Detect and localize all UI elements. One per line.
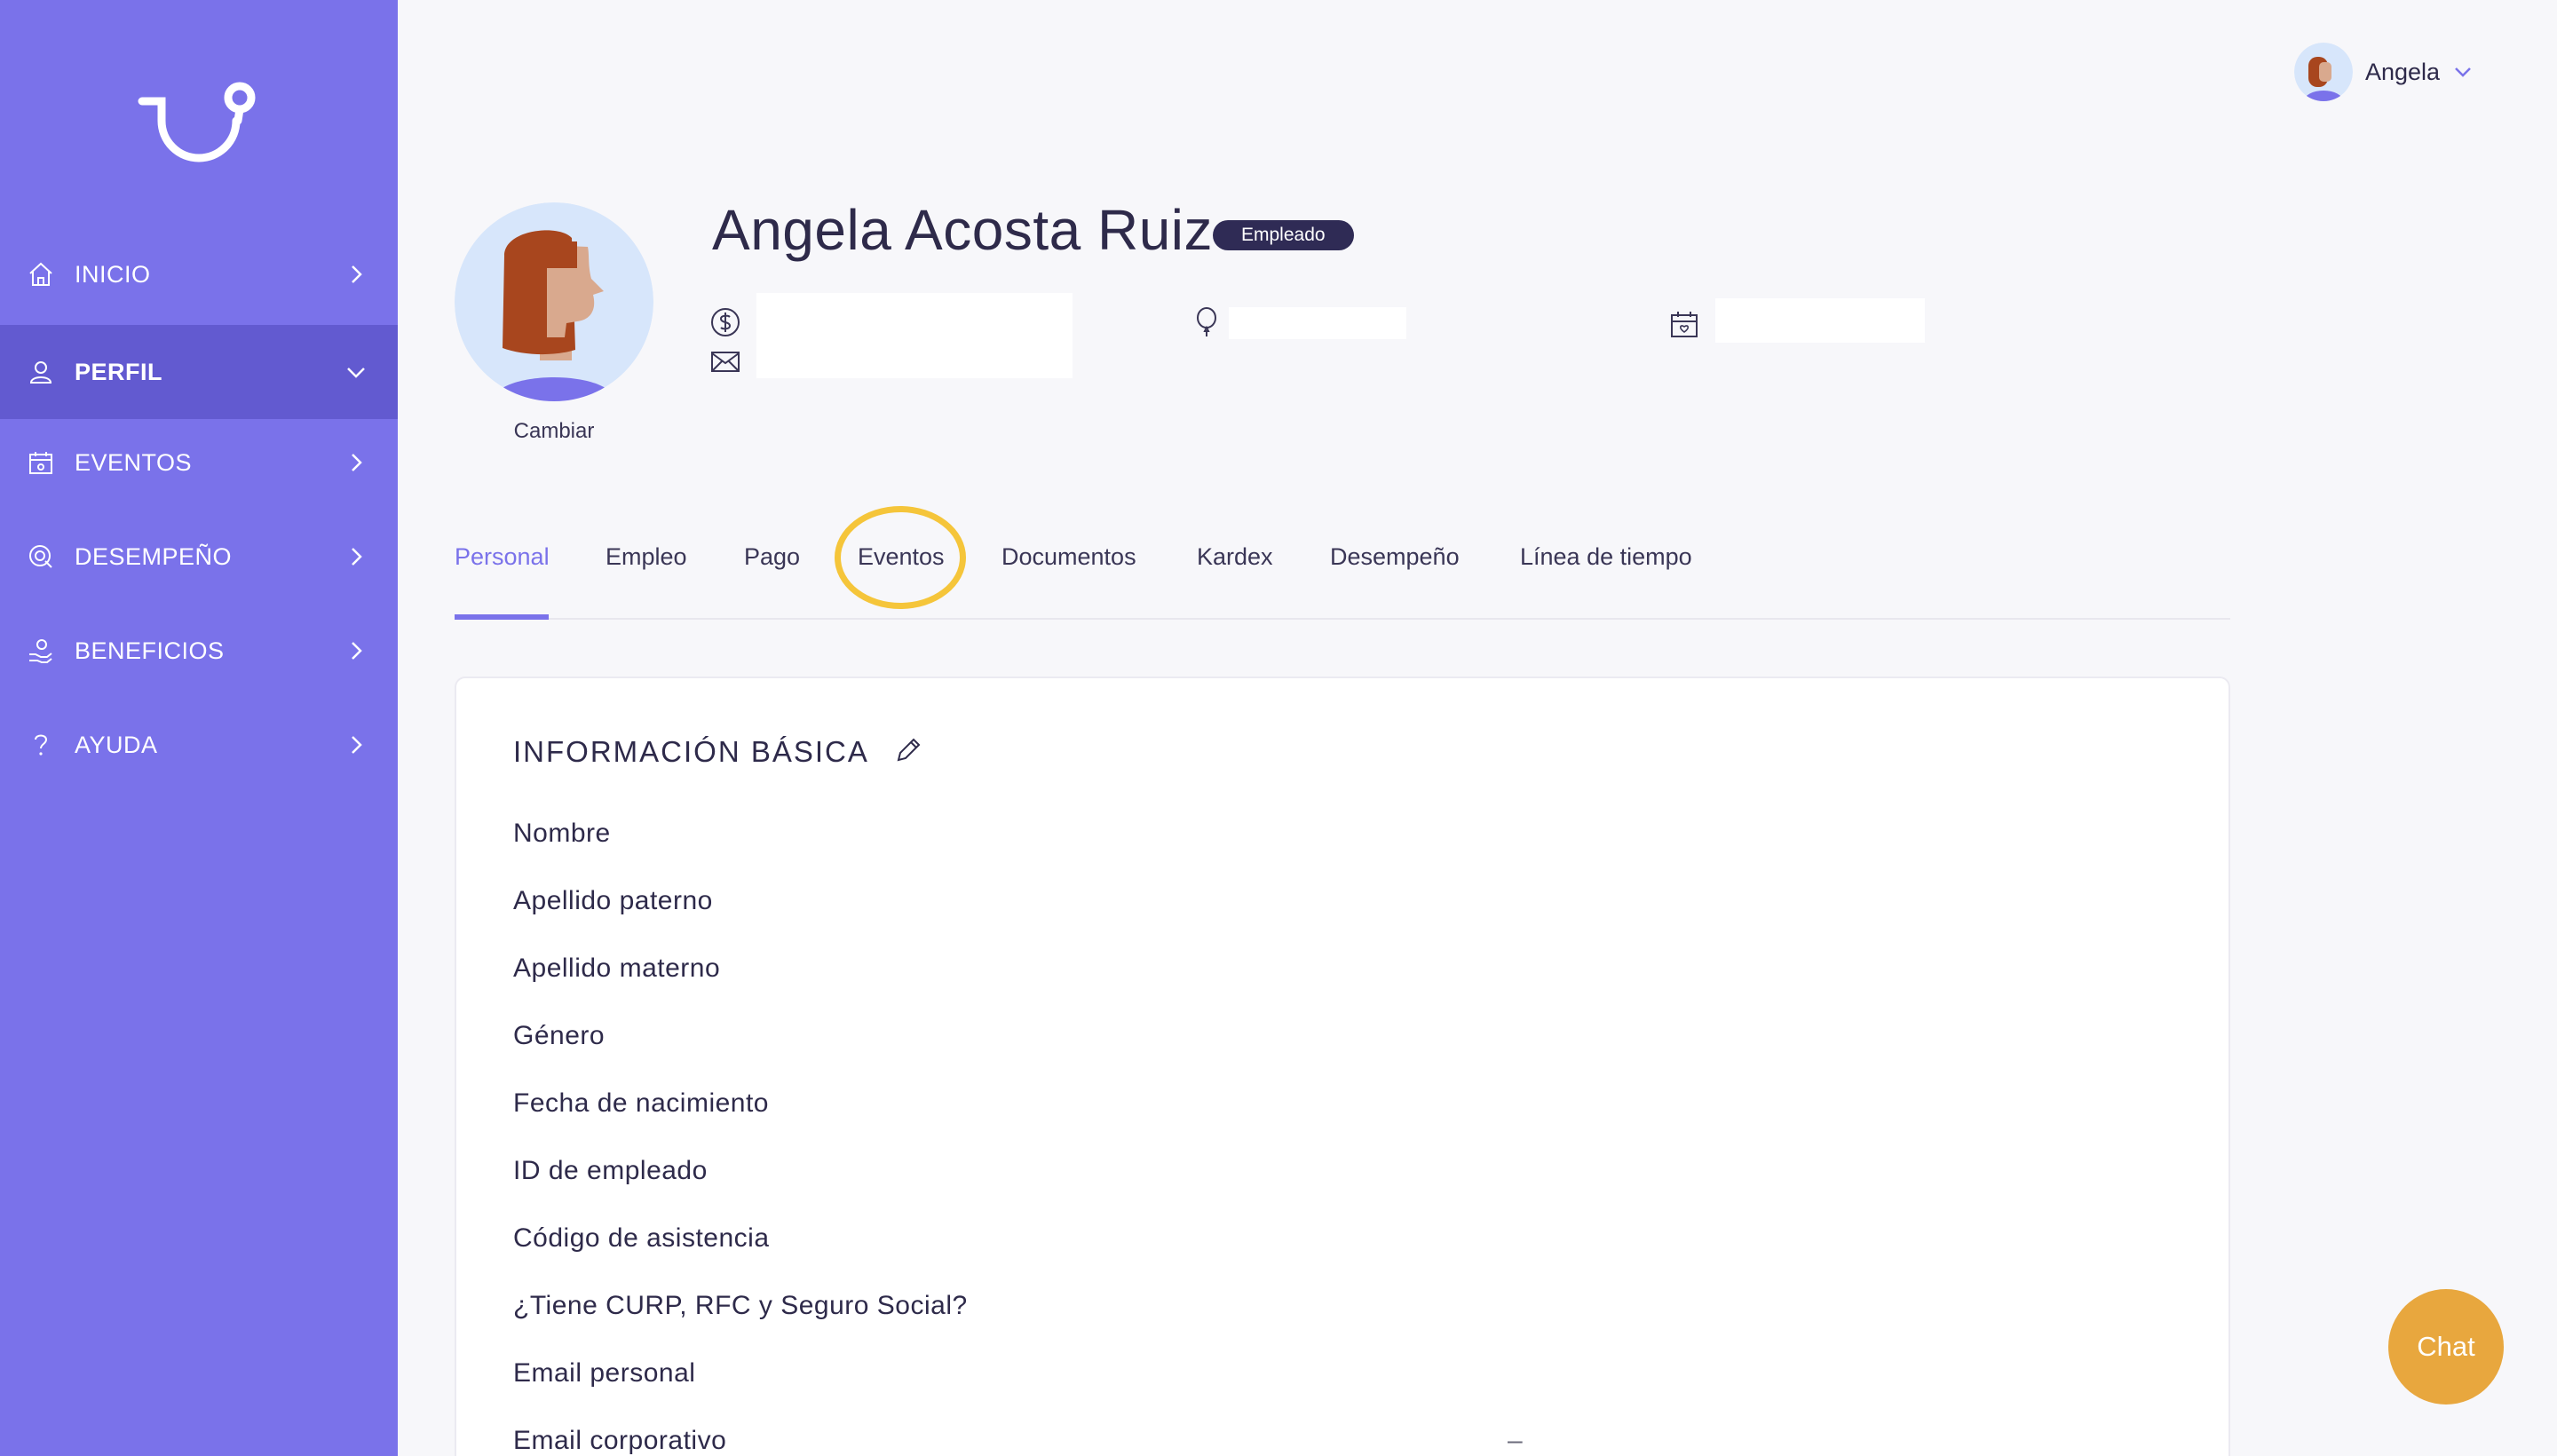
balloon-icon <box>1197 307 1216 336</box>
sidebar-item-label: AYUDA <box>75 731 158 758</box>
redacted-contact-info <box>756 293 1073 378</box>
field-label-fecha-nacimiento: Fecha de nacimiento <box>513 1088 769 1118</box>
home-icon <box>29 262 52 286</box>
status-badge: Empleado <box>1213 220 1354 250</box>
sidebar-item-label: EVENTOS <box>75 448 193 476</box>
avatar <box>2294 43 2353 101</box>
calendar-icon <box>29 452 52 474</box>
redacted-birthday <box>1229 307 1406 339</box>
user-icon <box>29 361 52 384</box>
field-label-genero: Género <box>513 1021 606 1050</box>
sidebar-item-label: BENEFICIOS <box>75 637 225 664</box>
sidebar-item-desempeno[interactable]: DESEMPEÑO <box>0 510 398 604</box>
field-value-email-corporativo: – <box>1508 1426 1523 1455</box>
tab-pago[interactable]: Pago <box>744 533 800 620</box>
highlight-ring <box>835 506 966 609</box>
field-label-email-corporativo: Email corporativo <box>513 1426 727 1455</box>
chevron-down-icon <box>347 368 365 378</box>
chevron-right-icon <box>352 736 362 754</box>
active-tab-indicator <box>455 614 549 620</box>
tab-desempeno[interactable]: Desempeño <box>1330 533 1460 620</box>
question-icon <box>35 734 48 756</box>
field-label-codigo-asistencia: Código de asistencia <box>513 1223 770 1253</box>
sidebar-item-label: INICIO <box>75 260 151 288</box>
calendar-icon <box>1671 312 1698 337</box>
chevron-right-icon <box>352 454 362 471</box>
page-title: Angela Acosta Ruiz <box>712 198 1213 262</box>
field-label-email-personal: Email personal <box>513 1358 696 1388</box>
tab-documentos[interactable]: Documentos <box>1001 533 1136 620</box>
field-label-curp-rfc: ¿Tiene CURP, RFC y Seguro Social? <box>513 1291 968 1320</box>
mail-icon <box>711 352 740 372</box>
field-label-nombre: Nombre <box>513 819 611 848</box>
change-photo-link[interactable]: Cambiar <box>455 419 653 444</box>
tab-kardex[interactable]: Kardex <box>1197 533 1273 620</box>
sidebar-item-eventos[interactable]: EVENTOS <box>0 415 398 510</box>
chevron-right-icon <box>352 642 362 660</box>
field-label-apellido-materno: Apellido materno <box>513 954 721 983</box>
chevron-right-icon <box>352 548 362 566</box>
sidebar-item-beneficios[interactable]: BENEFICIOS <box>0 604 398 698</box>
pencil-icon[interactable] <box>893 735 923 765</box>
tab-empleo[interactable]: Empleo <box>606 533 687 620</box>
basic-info-card: INFORMACIÓN BÁSICA Nombre Apellido pater… <box>455 677 2230 1456</box>
sidebar-item-ayuda[interactable]: AYUDA <box>0 698 398 792</box>
profile-tabs: Personal Empleo Pago Eventos Documentos … <box>455 533 2230 620</box>
sidebar-item-inicio[interactable]: INICIO <box>0 227 398 321</box>
profile-avatar[interactable] <box>455 202 653 401</box>
redacted-anniversary <box>1715 298 1925 343</box>
field-label-apellido-paterno: Apellido paterno <box>513 886 713 915</box>
target-icon <box>29 545 52 568</box>
sidebar-item-label: DESEMPEÑO <box>75 542 233 570</box>
chevron-down-icon <box>2455 67 2471 77</box>
chevron-right-icon <box>352 265 362 283</box>
app-logo[interactable] <box>137 78 261 167</box>
user-menu[interactable]: Angela <box>2294 41 2474 103</box>
sidebar-item-label: PERFIL <box>75 358 163 385</box>
user-name: Angela <box>2365 58 2441 85</box>
tab-personal[interactable]: Personal <box>455 533 550 620</box>
section-title: INFORMACIÓN BÁSICA <box>513 735 869 768</box>
tab-linea-de-tiempo[interactable]: Línea de tiempo <box>1520 533 1692 620</box>
chat-button[interactable]: Chat <box>2388 1289 2504 1405</box>
dollar-icon <box>711 308 740 336</box>
sidebar: INICIO PERFIL EVENTOS DESEMPEÑO BENEFICI… <box>0 0 398 1456</box>
sidebar-item-perfil[interactable]: PERFIL <box>0 325 398 419</box>
hand-heart-icon <box>29 639 52 663</box>
field-label-id-empleado: ID de empleado <box>513 1156 708 1185</box>
